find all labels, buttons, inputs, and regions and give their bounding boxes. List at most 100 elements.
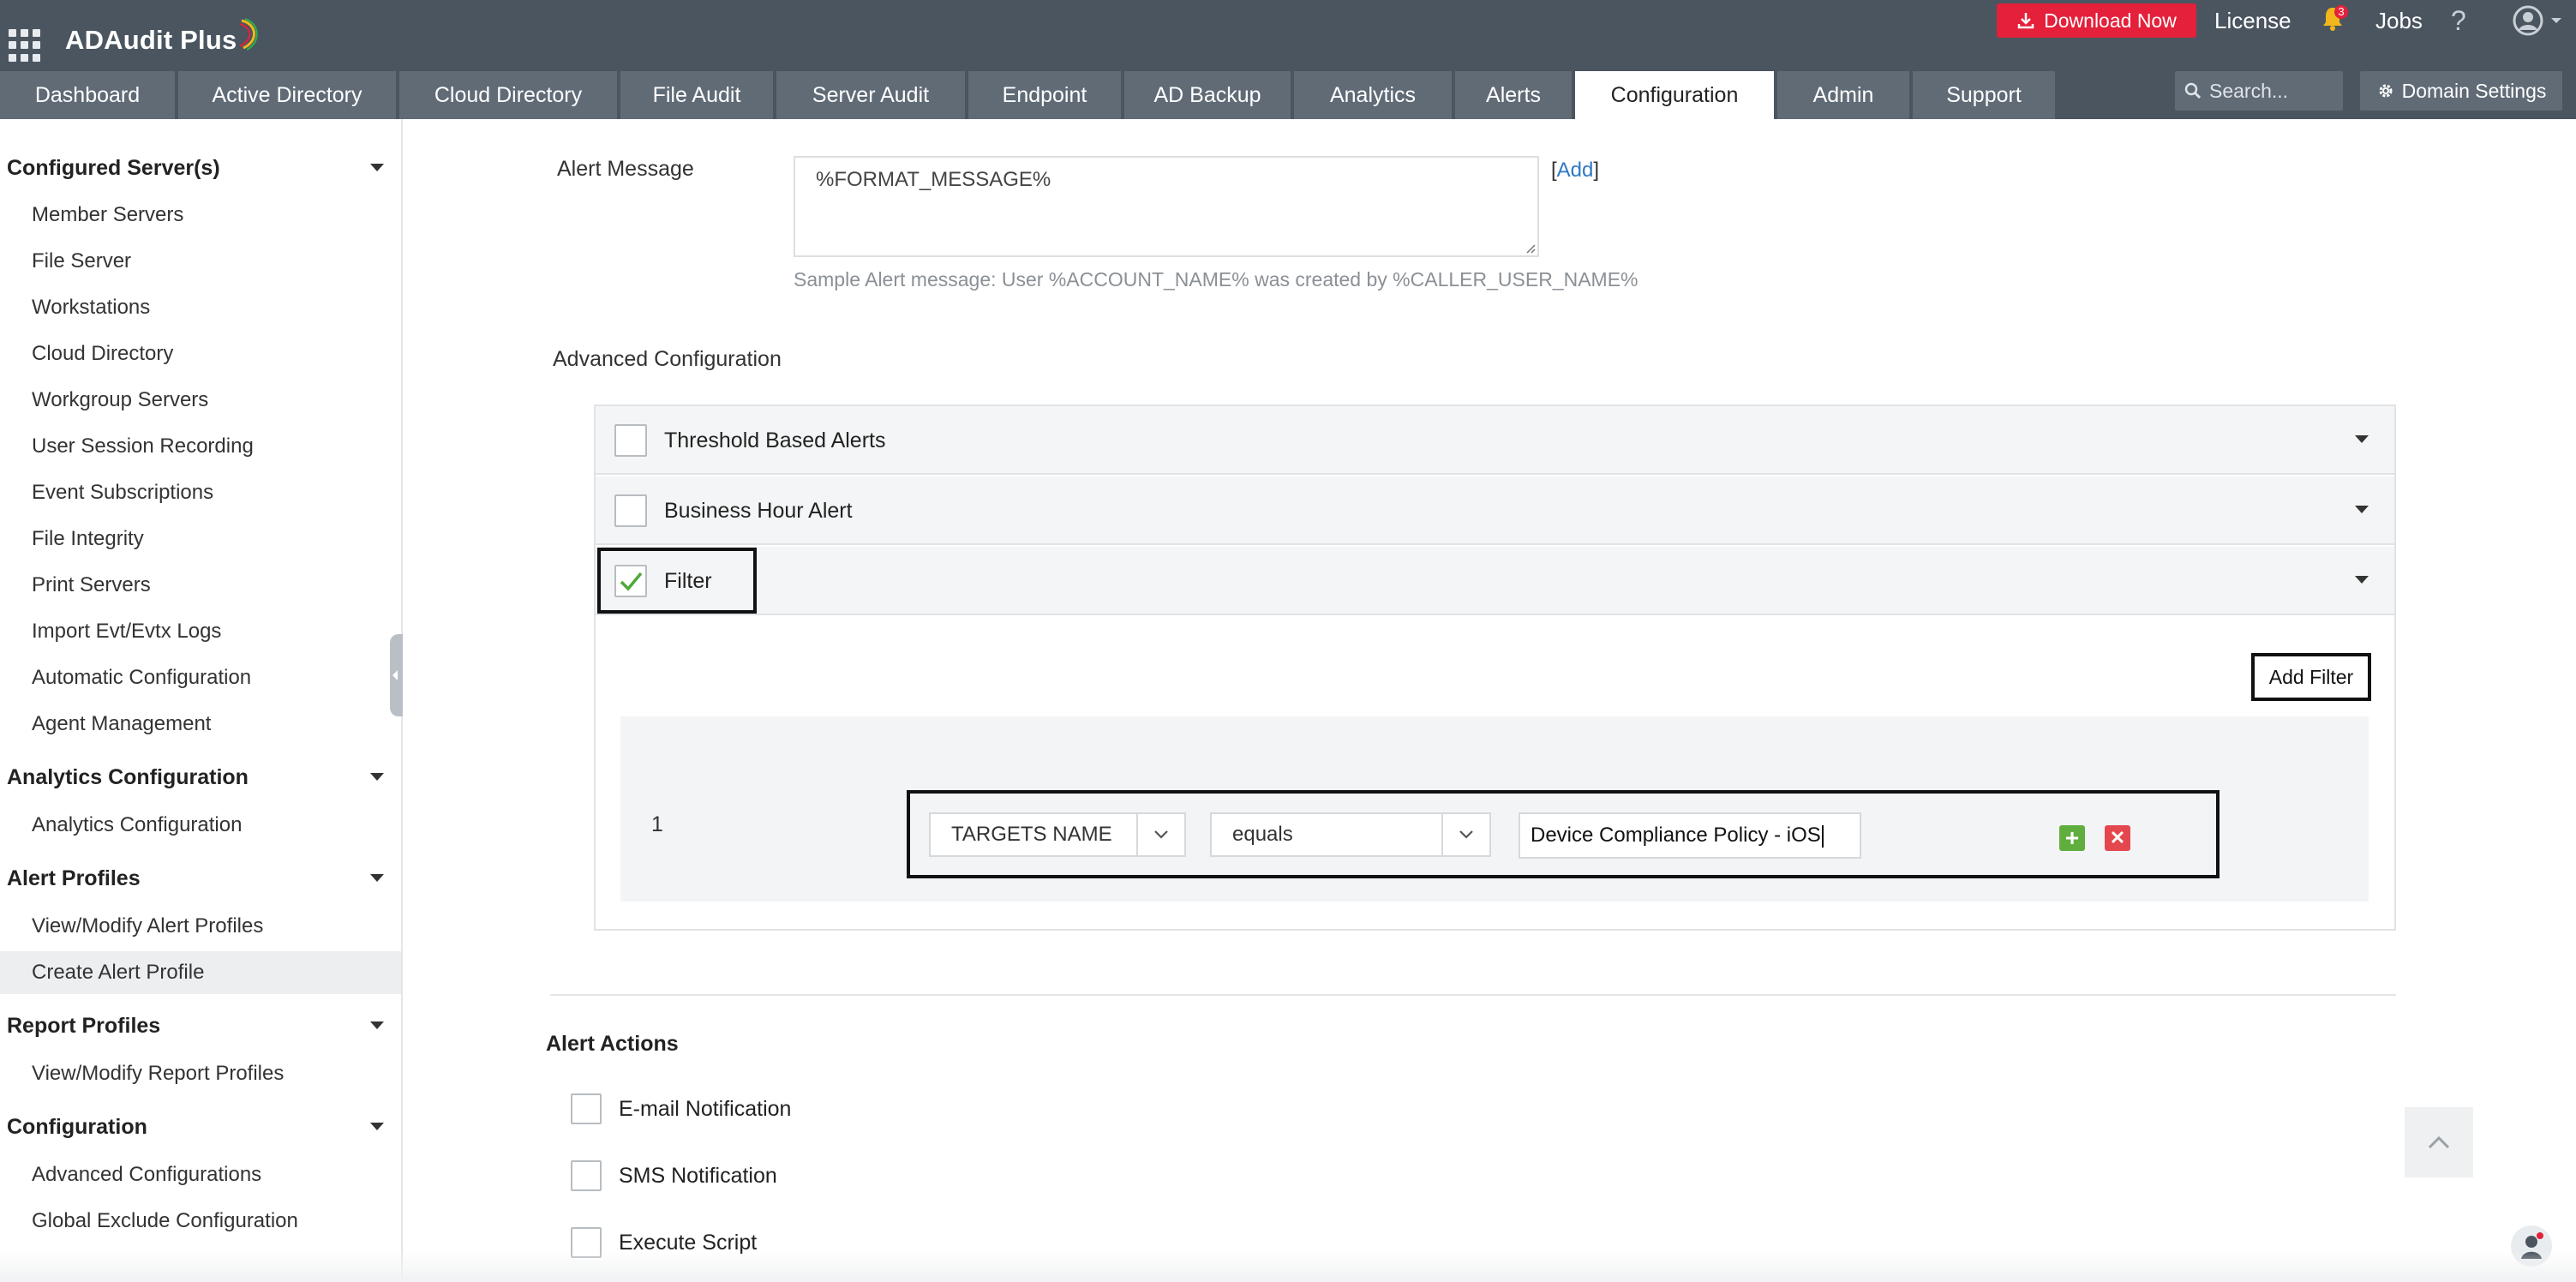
- sidebar-item-automatic-configuration[interactable]: Automatic Configuration: [0, 656, 401, 699]
- add-link-label: Add: [1556, 159, 1594, 182]
- resize-grip-icon[interactable]: [1524, 242, 1536, 254]
- sidebar-section-configured-servers[interactable]: Configured Server(s): [7, 151, 384, 185]
- execute-script-option[interactable]: Execute Script: [571, 1226, 757, 1259]
- support-bot-icon[interactable]: [2511, 1225, 2552, 1267]
- sidebar-item-view-modify-alert-profiles[interactable]: View/Modify Alert Profiles: [0, 905, 401, 948]
- download-icon: [2017, 13, 2034, 29]
- user-menu[interactable]: [2513, 5, 2567, 36]
- caret-down-icon: [370, 1123, 384, 1130]
- alert-message-textarea[interactable]: %FORMAT_MESSAGE%: [794, 156, 1539, 257]
- scroll-to-top-button[interactable]: [2405, 1107, 2473, 1177]
- sidebar-item-analytics-configuration[interactable]: Analytics Configuration: [0, 804, 401, 847]
- sidebar-section-configuration[interactable]: Configuration: [7, 1110, 384, 1144]
- app-name: ADAudit Plus: [65, 25, 237, 55]
- logo-swoosh-icon: [239, 18, 259, 51]
- accordion-business-hour-alert[interactable]: Business Hour Alert: [596, 476, 2394, 545]
- global-search-input[interactable]: Search...: [2175, 71, 2343, 111]
- caret-down-icon[interactable]: [2355, 506, 2369, 513]
- filter-value-input[interactable]: Device Compliance Policy - iOS: [1519, 812, 1861, 859]
- sidebar-item-print-servers[interactable]: Print Servers: [0, 564, 401, 607]
- sidebar-section-analytics-configuration[interactable]: Analytics Configuration: [7, 760, 384, 794]
- tab-server-audit[interactable]: Server Audit: [776, 71, 967, 119]
- sidebar-item-workgroup-servers[interactable]: Workgroup Servers: [0, 379, 401, 422]
- sms-notification-label: SMS Notification: [619, 1163, 777, 1188]
- download-now-button[interactable]: Download Now: [1997, 3, 2196, 38]
- sidebar-item-import-evt-logs[interactable]: Import Evt/Evtx Logs: [0, 610, 401, 653]
- filter-field-value: TARGETS NAME: [951, 823, 1112, 846]
- domain-settings-label: Domain Settings: [2401, 79, 2547, 102]
- tab-dashboard[interactable]: Dashboard: [0, 71, 177, 119]
- tab-file-audit[interactable]: File Audit: [620, 71, 775, 119]
- search-placeholder: Search...: [2209, 79, 2289, 102]
- sidebar-section-alert-profiles[interactable]: Alert Profiles: [7, 861, 384, 896]
- filter-highlight-frame: [597, 548, 757, 614]
- tab-alerts[interactable]: Alerts: [1455, 71, 1573, 119]
- help-icon[interactable]: ?: [2451, 3, 2477, 38]
- remove-condition-button[interactable]: ✕: [2105, 825, 2130, 851]
- tab-ad-backup[interactable]: AD Backup: [1124, 71, 1292, 119]
- sidebar-item-file-server[interactable]: File Server: [0, 240, 401, 283]
- sidebar: Configured Server(s) Member Servers File…: [0, 119, 403, 1282]
- sms-notification-checkbox[interactable]: [571, 1160, 602, 1191]
- sample-alert-hint: Sample Alert message: User %ACCOUNT_NAME…: [794, 268, 1638, 291]
- email-notification-label: E-mail Notification: [619, 1096, 792, 1121]
- caret-down-icon[interactable]: [2355, 435, 2369, 443]
- chevron-up-icon: [2428, 1135, 2450, 1149]
- gear-icon: [2379, 84, 2393, 98]
- sidebar-item-event-subscriptions[interactable]: Event Subscriptions: [0, 471, 401, 514]
- threshold-alerts-checkbox[interactable]: [614, 424, 647, 457]
- filter-field-select[interactable]: TARGETS NAME: [929, 812, 1186, 857]
- domain-settings-button[interactable]: Domain Settings: [2360, 71, 2562, 111]
- caret-down-icon: [370, 874, 384, 882]
- sidebar-collapse-handle[interactable]: [390, 634, 403, 716]
- add-filter-button[interactable]: Add Filter: [2251, 653, 2371, 701]
- execute-script-checkbox[interactable]: [571, 1227, 602, 1258]
- top-header: ADAudit Plus Download Now License 3 Jobs…: [0, 0, 2576, 71]
- sidebar-item-workstations[interactable]: Workstations: [0, 286, 401, 329]
- sidebar-item-agent-management[interactable]: Agent Management: [0, 703, 401, 746]
- sidebar-item-view-modify-report-profiles[interactable]: View/Modify Report Profiles: [0, 1052, 401, 1095]
- accordion-filter[interactable]: Filter: [596, 547, 2394, 615]
- email-notification-option[interactable]: E-mail Notification: [571, 1093, 791, 1125]
- user-avatar-icon: [2513, 5, 2543, 36]
- execute-script-label: Execute Script: [619, 1230, 758, 1255]
- add-condition-button[interactable]: +: [2059, 825, 2085, 851]
- caret-down-icon[interactable]: [2355, 576, 2369, 584]
- filter-row-index: 1: [651, 812, 663, 836]
- tab-configuration[interactable]: Configuration: [1575, 71, 1776, 119]
- notification-count-badge: 3: [2334, 5, 2348, 19]
- jobs-link[interactable]: Jobs: [2375, 5, 2423, 36]
- sidebar-item-cloud-directory[interactable]: Cloud Directory: [0, 332, 401, 375]
- tab-analytics[interactable]: Analytics: [1294, 71, 1453, 119]
- sidebar-item-user-session-recording[interactable]: User Session Recording: [0, 425, 401, 468]
- filter-operator-value: equals: [1232, 823, 1293, 846]
- sidebar-item-member-servers[interactable]: Member Servers: [0, 194, 401, 237]
- tab-support[interactable]: Support: [1913, 71, 2057, 119]
- sidebar-item-create-alert-profile[interactable]: Create Alert Profile: [0, 951, 401, 994]
- app-logo[interactable]: ADAudit Plus: [65, 18, 261, 62]
- app-grid-icon[interactable]: [9, 29, 43, 62]
- sidebar-section-report-profiles[interactable]: Report Profiles: [7, 1009, 384, 1043]
- chevron-down-icon: [1136, 814, 1184, 855]
- search-icon: [2184, 82, 2202, 99]
- chevron-down-icon: [1441, 814, 1489, 855]
- alert-message-label: Alert Message: [557, 157, 694, 181]
- sidebar-item-advanced-configurations[interactable]: Advanced Configurations: [0, 1153, 401, 1196]
- sidebar-item-file-integrity[interactable]: File Integrity: [0, 518, 401, 560]
- main-tab-bar: Dashboard Active Directory Cloud Directo…: [0, 71, 2576, 119]
- tab-cloud-directory[interactable]: Cloud Directory: [399, 71, 619, 119]
- license-link[interactable]: License: [2214, 5, 2291, 36]
- sidebar-item-global-exclude-configuration[interactable]: Global Exclude Configuration: [0, 1200, 401, 1243]
- accordion-threshold-based-alerts[interactable]: Threshold Based Alerts: [596, 406, 2394, 475]
- add-macro-link[interactable]: [Add]: [1551, 159, 1599, 183]
- email-notification-checkbox[interactable]: [571, 1093, 602, 1124]
- tab-endpoint[interactable]: Endpoint: [968, 71, 1123, 119]
- filter-operator-select[interactable]: equals: [1210, 812, 1491, 857]
- tab-admin[interactable]: Admin: [1777, 71, 1911, 119]
- business-hour-checkbox[interactable]: [614, 494, 647, 527]
- sms-notification-option[interactable]: SMS Notification: [571, 1159, 777, 1192]
- advanced-configuration-label: Advanced Configuration: [553, 347, 782, 371]
- business-hour-label: Business Hour Alert: [664, 499, 853, 523]
- chevron-down-icon: [2551, 18, 2561, 23]
- tab-active-directory[interactable]: Active Directory: [178, 71, 398, 119]
